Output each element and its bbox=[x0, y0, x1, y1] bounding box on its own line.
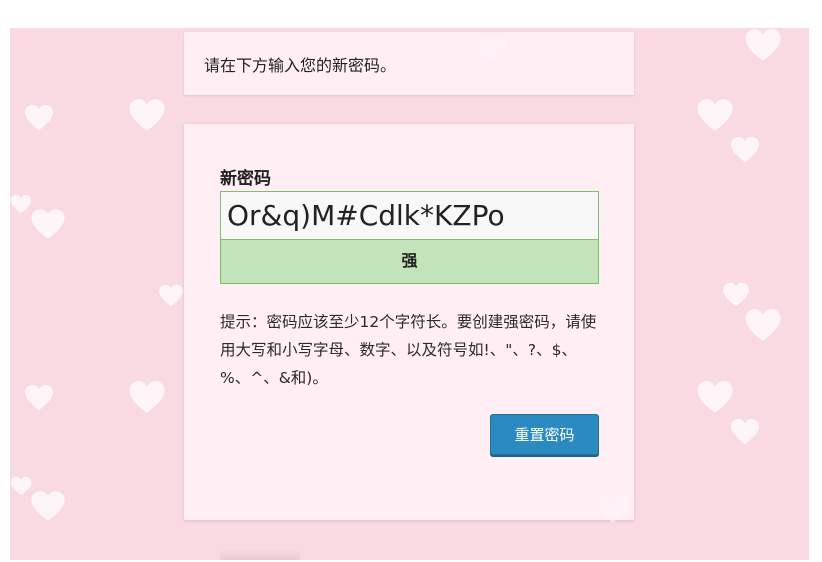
new-password-input[interactable] bbox=[220, 191, 599, 240]
reset-password-button[interactable]: 重置密码 bbox=[490, 414, 599, 455]
heart-icon bbox=[10, 194, 32, 214]
heart-icon bbox=[30, 490, 66, 522]
heart-icon bbox=[722, 282, 750, 307]
reset-password-form: 新密码 强 提示：密码应该至少12个字符长。要创建强密码，请使用大写和小写字母、… bbox=[184, 124, 634, 520]
password-strength-meter: 强 bbox=[220, 240, 599, 284]
heart-icon bbox=[730, 136, 760, 163]
heart-icon bbox=[744, 308, 782, 342]
heart-icon bbox=[128, 98, 166, 132]
new-password-label: 新密码 bbox=[220, 169, 271, 189]
heart-icon bbox=[10, 476, 32, 496]
reset-message-text: 请在下方输入您的新密码。 bbox=[204, 56, 397, 75]
heart-icon bbox=[696, 98, 734, 132]
heart-icon bbox=[24, 104, 54, 131]
heart-icon bbox=[730, 418, 760, 445]
heart-icon bbox=[158, 284, 184, 307]
heart-icon bbox=[128, 380, 166, 414]
page-background: 请在下方输入您的新密码。 新密码 强 提示：密码应该至少12个字符长。要创建强密… bbox=[10, 28, 809, 560]
heart-icon bbox=[744, 28, 782, 62]
heart-icon bbox=[30, 208, 66, 240]
reset-message-box: 请在下方输入您的新密码。 bbox=[184, 32, 634, 95]
footer-link-partial bbox=[220, 549, 300, 560]
heart-icon bbox=[696, 380, 734, 414]
heart-icon bbox=[24, 384, 54, 411]
password-hint: 提示：密码应该至少12个字符长。要创建强密码，请使用大写和小写字母、数字、以及符… bbox=[220, 313, 597, 387]
